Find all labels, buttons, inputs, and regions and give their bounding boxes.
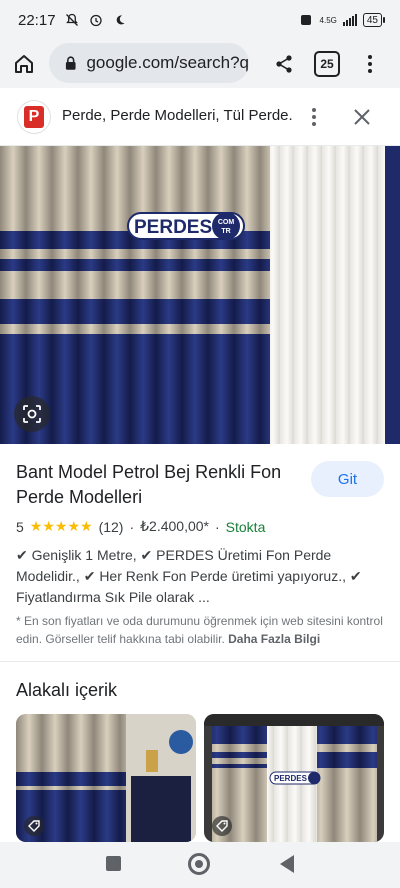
logo-badge-bottom: TR: [221, 228, 230, 235]
alarm-icon: [88, 12, 104, 28]
url-field[interactable]: google.com/search?q: [49, 43, 249, 83]
tab-count: 25: [320, 57, 334, 71]
system-nav-bar: [0, 842, 400, 888]
card-logo-text: PERDES: [274, 774, 308, 783]
logo-text: PERDES: [134, 217, 212, 238]
address-bar: google.com/search?q 25: [0, 40, 400, 88]
tag-icon: [212, 816, 232, 836]
recents-button[interactable]: [106, 856, 121, 871]
availability: Stokta: [225, 518, 266, 535]
perdes-logo: PERDES COM TR: [127, 212, 245, 240]
disclaimer-text: * En son fiyatları ve oda durumunu öğren…: [16, 614, 383, 646]
home-icon: [15, 55, 33, 73]
tag-icon: [24, 816, 44, 836]
share-icon: [276, 55, 292, 73]
home-button[interactable]: [0, 40, 48, 88]
price: ₺2.400,00*: [140, 518, 209, 534]
lock-icon: [65, 56, 76, 70]
separator: ·: [215, 518, 220, 535]
divider: [0, 661, 400, 662]
tab-switcher-button[interactable]: 25: [314, 51, 340, 77]
favicon-letter: P: [24, 106, 44, 128]
lens-icon: [23, 405, 41, 423]
product-title: Bant Model Petrol Bej Renkli Fon Perde M…: [16, 462, 282, 507]
signal-icon: [342, 14, 357, 26]
close-icon: [354, 109, 370, 125]
mute-icon: [64, 12, 80, 28]
more-vert-icon[interactable]: [356, 48, 384, 80]
star-rating-icon: ★★★★★: [29, 518, 93, 534]
status-bar: 22:17 4.5G 45: [0, 0, 400, 40]
product-image[interactable]: PERDES COM TR: [0, 146, 400, 444]
close-button[interactable]: [348, 103, 376, 131]
visit-button[interactable]: Git: [311, 461, 384, 497]
site-header: P Perde, Perde Modelleri, Tül Perde...: [0, 88, 400, 146]
product-description: ✔ Genişlik 1 Metre, ✔ PERDES Üretimi Fon…: [16, 547, 362, 605]
battery-icon: 45: [362, 13, 386, 27]
review-count: (12): [98, 518, 124, 535]
url-text: google.com/search?q: [86, 53, 249, 72]
network-label: 4.5G: [319, 15, 337, 25]
disclaimer: * En son fiyatları ve oda durumunu öğren…: [16, 612, 386, 648]
site-title[interactable]: Perde, Perde Modelleri, Tül Perde...: [62, 107, 292, 124]
google-lens-button[interactable]: [14, 396, 50, 432]
status-right: 4.5G 45: [298, 12, 386, 28]
back-button[interactable]: [278, 854, 296, 874]
home-nav-button[interactable]: [188, 853, 210, 875]
status-time: 22:17: [18, 11, 56, 29]
site-favicon: P: [18, 101, 50, 133]
separator: ·: [129, 518, 135, 535]
related-content-title: Alakalı içerik: [16, 680, 118, 700]
status-left: 22:17: [18, 12, 128, 29]
moon-icon: [112, 12, 128, 28]
curtain-illustration: PERDES COM TR: [0, 146, 400, 444]
related-card[interactable]: PERDES: [204, 714, 384, 842]
logo-badge-top: COM: [218, 219, 235, 226]
battery-level: 45: [366, 14, 378, 26]
rating-value: 5: [16, 518, 24, 535]
sim-icon: [298, 12, 314, 28]
share-button[interactable]: [268, 48, 300, 80]
more-info-link[interactable]: Daha Fazla Bilgi: [228, 632, 320, 646]
rating-row: 5 ★★★★★ (12) · ₺2.400,00* · Stokta: [16, 518, 265, 535]
site-more-button[interactable]: [302, 105, 326, 129]
related-card[interactable]: [16, 714, 196, 842]
